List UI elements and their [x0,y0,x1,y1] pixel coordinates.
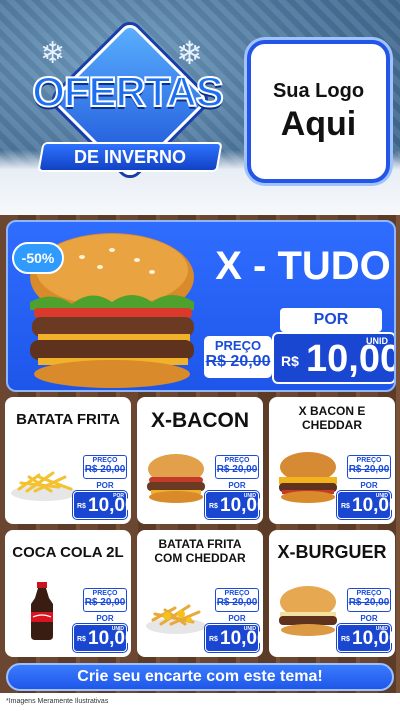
por-label: POR [228,481,246,490]
old-price-box: PREÇO R$ 20,00 [215,588,259,612]
price-label: PREÇO [92,457,118,464]
fries-image [146,604,206,634]
old-price: R$ 20,00 [216,597,258,608]
price-label: PREÇO [214,338,262,353]
discount-badge: -50% [12,242,64,274]
product-name: X-BURGUER [277,542,387,562]
product-card[interactable]: COCA COLA 2L PREÇO R$ 20,00 POR R$ 10,00… [5,530,131,657]
old-price: R$ 20,00 [84,464,126,475]
new-price-box: R$ 10,00 UNID [337,491,395,519]
ofertas-badge: OFERTAS DE INVERNO [22,20,225,190]
new-price-box: R$ 10,00 UNID [272,332,394,384]
flyer-page: ❄ ❄ ❄ OFERTAS DE INVERNO Sua Logo Aqui -… [0,0,400,711]
unit-label: UNID [243,493,256,499]
fries-image [11,471,77,501]
por-label: POR [280,308,382,332]
currency: R$ [281,353,299,369]
product-card[interactable]: X BACON E CHEDDAR PREÇO R$ 20,00 POR R$ … [269,397,395,524]
new-price-box: R$ 10,00 UNID [205,624,263,652]
product-name: COCA COLA 2L [12,544,124,561]
cola-bottle-image [31,582,53,640]
old-price-box: PREÇO R$ 20,00 [347,455,391,479]
price-label: PREÇO [224,590,250,597]
old-price: R$ 20,00 [348,597,390,608]
currency: R$ [341,503,350,510]
price-label: PREÇO [92,590,118,597]
unit-label: UNID [375,493,388,499]
price-label: PREÇO [356,590,382,597]
currency: R$ [341,636,350,643]
price-label: PREÇO [224,457,250,464]
new-price: 10,00 [88,628,131,649]
old-price-box: PREÇO R$ 20,00 [83,455,127,479]
currency: R$ [77,503,86,510]
new-price-box: R$ 10,00 POR [73,491,131,519]
por-label: POR [360,614,378,623]
create-flyer-button[interactable]: Crie seu encarte com este tema! [6,663,394,691]
por-label: POR [228,614,246,623]
product-card[interactable]: BATATA FRITA PREÇO R$ 20,00 POR R$ 10,00… [5,397,131,524]
logo-text-line1: Sua Logo [272,79,365,102]
product-card[interactable]: BATATA FRITA COM CHEDDAR PREÇO R$ 20,00 … [137,530,263,657]
product-name: X-BACON [151,409,249,432]
currency: R$ [209,636,218,643]
price-label: PREÇO [356,457,382,464]
unit-label: UNID [366,336,388,346]
unit-label: UNID [111,626,124,632]
product-name: BATATA FRITA [16,411,120,428]
unit-label: UNID [243,626,256,632]
new-price-box: R$ 10,00 UNID [73,624,131,652]
por-label: POR [96,614,114,623]
old-price: R$ 20,00 [84,597,126,608]
logo-text-line2: Aqui [280,104,357,143]
new-price: 10,00 [220,628,263,649]
burger-image [279,586,337,636]
old-price: R$ 20,00 [205,353,271,370]
unit-label: POR [113,493,124,499]
por-label: POR [360,481,378,490]
hero-offer[interactable]: -50% X - TUDO PREÇO R$ 20,00 POR R$ 10,0… [6,220,396,392]
footer-note: *Imagens Meramente Ilustrativas [0,693,400,711]
old-price-box: PREÇO R$ 20,00 [204,336,272,378]
new-price: 10,00 [352,495,395,516]
burger-image [279,452,337,503]
currency: R$ [77,636,86,643]
unit-label: UNID [375,626,388,632]
old-price: R$ 20,00 [348,464,390,475]
product-name: BATATA FRITA COM CHEDDAR [154,537,246,565]
logo-placeholder[interactable]: Sua Logo Aqui [247,40,390,183]
page-title: OFERTAS [31,67,225,116]
product-card[interactable]: X-BURGUER PREÇO R$ 20,00 POR R$ 10,00 UN… [269,530,395,657]
old-price-box: PREÇO R$ 20,00 [347,588,391,612]
burger-image [147,454,205,503]
old-price-box: PREÇO R$ 20,00 [215,455,259,479]
currency: R$ [209,503,218,510]
header: ❄ ❄ ❄ OFERTAS DE INVERNO Sua Logo Aqui [0,0,400,215]
old-price-box: PREÇO R$ 20,00 [83,588,127,612]
page-subtitle: DE INVERNO [73,147,187,167]
product-card[interactable]: X-BACON PREÇO R$ 20,00 POR R$ 10,00 UNID [137,397,263,524]
product-name: X BACON E CHEDDAR [298,404,366,432]
new-price-box: R$ 10,00 UNID [337,624,395,652]
new-price: 10,00 [220,495,263,516]
old-price: R$ 20,00 [216,464,258,475]
new-price-box: R$ 10,00 UNID [205,491,263,519]
new-price: 10,00 [88,495,131,516]
por-label: POR [96,481,114,490]
subtitle-ribbon: DE INVERNO [37,142,223,172]
hero-product-name: X - TUDO [215,244,391,288]
new-price: 10,00 [352,628,395,649]
